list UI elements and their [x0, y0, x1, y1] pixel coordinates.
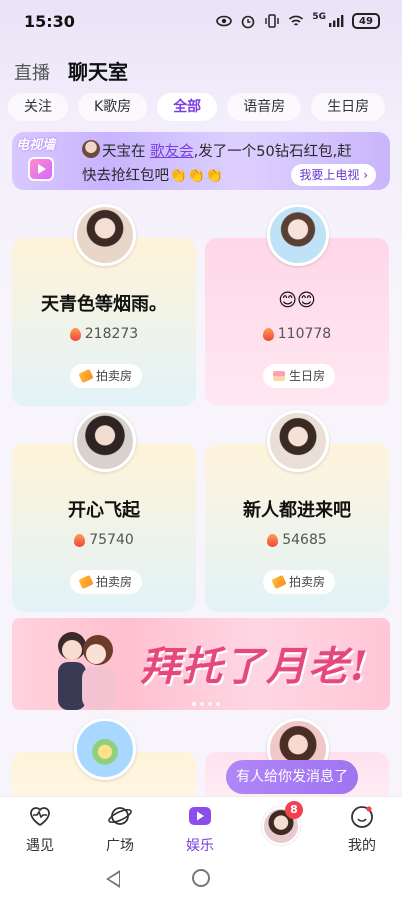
tab-birthday-room[interactable]: 生日房	[311, 93, 386, 121]
nav-label: 广场	[106, 838, 134, 854]
room-host-avatar[interactable]	[267, 204, 329, 266]
carousel-dot	[216, 702, 220, 706]
eye-icon	[216, 15, 233, 27]
back-icon[interactable]	[106, 870, 120, 888]
status-time: 15:30	[24, 12, 75, 31]
planet-icon	[108, 807, 132, 825]
flame-icon	[267, 533, 279, 547]
room-type-label: 拍卖房	[96, 369, 133, 383]
room-host-avatar[interactable]	[74, 410, 136, 472]
room-type-badge: 生日房	[263, 364, 336, 388]
network-label: 5G	[312, 12, 326, 22]
room-title: 天青色等烟雨。	[41, 294, 167, 315]
status-bar: 15:30 5G 49	[0, 0, 402, 44]
room-heat: 218273	[12, 326, 196, 342]
auction-icon	[78, 368, 94, 384]
heat-value: 75740	[89, 532, 134, 548]
tv-wall-banner[interactable]: 电视墙 天宝在 歌友会,发了一个50钻石红包,赶 快去抢红包吧👏👏👏 我要上电视…	[12, 132, 390, 190]
tab-voice-room[interactable]: 语音房	[227, 93, 302, 121]
promo-banner[interactable]: 拜托了月老!	[12, 618, 390, 710]
system-nav-bar	[0, 858, 402, 900]
cake-icon	[273, 371, 285, 381]
alarm-icon	[242, 15, 255, 29]
unread-badge: 8	[285, 801, 303, 819]
room-type-label: 拍卖房	[96, 575, 133, 589]
auction-icon	[78, 574, 94, 590]
room-title: 开心飞起	[68, 500, 140, 521]
carousel-dot	[192, 702, 196, 706]
room-type-label: 拍卖房	[289, 575, 326, 589]
smile-icon	[351, 806, 373, 828]
vibrate-icon	[265, 14, 280, 28]
tv-message-line1: 天宝在 歌友会,发了一个50钻石红包,赶	[102, 140, 352, 161]
heartbeat-icon	[30, 807, 50, 827]
room-link[interactable]: 歌友会	[150, 144, 194, 160]
heat-value: 54685	[282, 532, 327, 548]
tv-icon	[28, 157, 54, 181]
room-heat: 54685	[205, 532, 389, 548]
play-icon	[189, 807, 211, 825]
tv-wall-tag: 电视墙	[16, 138, 56, 153]
category-tabs: 关注 K歌房 全部 语音房 生日房	[8, 93, 386, 121]
tv-message-prefix: 天宝在	[102, 144, 151, 160]
sender-avatar	[82, 140, 100, 158]
room-host-avatar[interactable]	[74, 718, 136, 780]
carousel-dot	[200, 702, 204, 706]
tab-all[interactable]: 全部	[157, 93, 218, 121]
promo-title: 拜托了月老!	[140, 643, 370, 690]
room-type-badge: 拍卖房	[263, 570, 336, 594]
tab-follow[interactable]: 关注	[8, 93, 68, 121]
chat-room-tab[interactable]: 聊天室	[68, 56, 128, 85]
nav-mine[interactable]: 我的	[330, 803, 394, 855]
flame-icon	[262, 327, 274, 341]
room-title: 😊😊	[278, 290, 316, 311]
home-icon[interactable]	[192, 869, 210, 887]
room-type-label: 生日房	[289, 369, 326, 383]
page-header: 直播 聊天室	[14, 56, 128, 85]
bottom-nav: 遇见 广场 娱乐 8 我的	[0, 796, 402, 858]
wifi-icon	[289, 15, 304, 26]
nav-label: 娱乐	[186, 838, 214, 854]
room-heat: 75740	[12, 532, 196, 548]
battery-level: 49	[359, 15, 373, 27]
nav-label: 遇见	[26, 838, 54, 854]
tab-ktv[interactable]: K歌房	[78, 93, 148, 121]
room-host-avatar[interactable]	[74, 204, 136, 266]
go-on-tv-button[interactable]: 我要上电视 ›	[291, 164, 376, 186]
flame-icon	[74, 533, 86, 547]
couple-illustration	[58, 632, 116, 710]
nav-label: 我的	[348, 838, 376, 854]
signal-icon	[329, 15, 344, 27]
live-tab[interactable]: 直播	[14, 59, 50, 85]
room-type-badge: 拍卖房	[70, 364, 143, 388]
room-title: 新人都进来吧	[243, 500, 351, 521]
heat-value: 110778	[277, 326, 332, 342]
tv-message-suffix: ,发了一个50钻石红包,赶	[193, 144, 352, 160]
nav-entertainment[interactable]: 娱乐	[168, 803, 232, 855]
carousel-indicator	[192, 702, 220, 706]
heat-value: 218273	[84, 326, 139, 342]
status-icons: 5G 49	[216, 12, 380, 29]
room-host-avatar[interactable]	[267, 410, 329, 472]
nav-meet[interactable]: 遇见	[8, 803, 72, 855]
room-type-badge: 拍卖房	[70, 570, 143, 594]
nav-square[interactable]: 广场	[88, 803, 152, 855]
tv-message-line2: 快去抢红包吧👏👏👏	[82, 168, 224, 184]
room-heat: 110778	[205, 326, 389, 342]
flame-icon	[69, 327, 81, 341]
new-message-toast[interactable]: 有人给你发消息了	[226, 760, 358, 794]
auction-icon	[271, 574, 287, 590]
battery-icon: 49	[352, 13, 380, 29]
carousel-dot	[208, 702, 212, 706]
